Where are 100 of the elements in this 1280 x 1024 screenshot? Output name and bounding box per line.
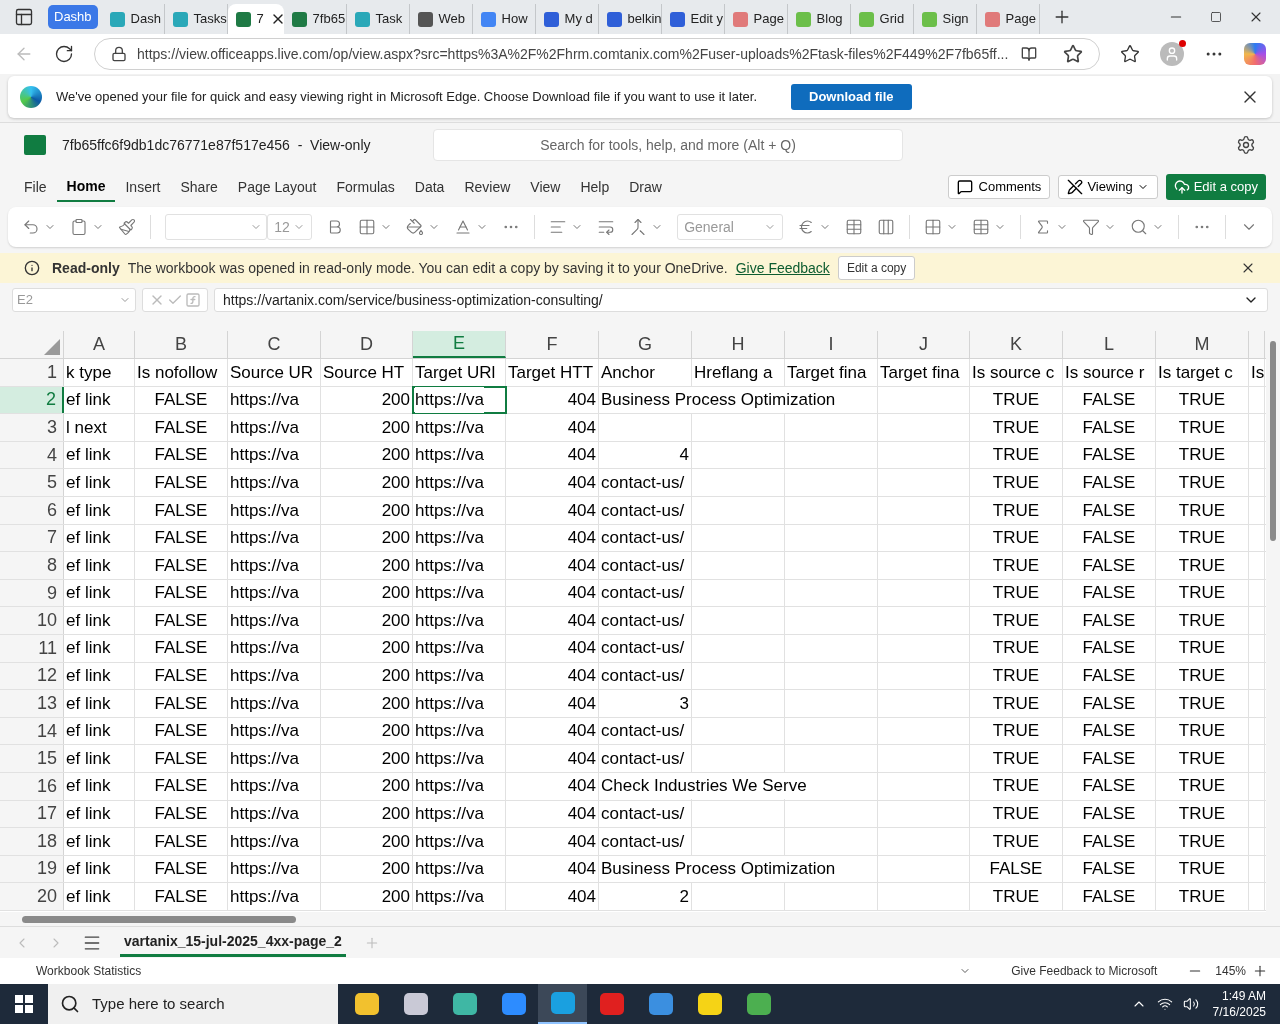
row-header[interactable]: 3: [0, 414, 64, 441]
comment-icon: [956, 179, 973, 195]
ribbon-tab[interactable]: Page Layout: [227, 172, 327, 202]
merge-icon[interactable]: [629, 218, 648, 236]
row-header[interactable]: 2: [0, 386, 64, 414]
wrap-text-icon[interactable]: [597, 218, 616, 236]
row-header[interactable]: 8: [0, 552, 64, 579]
read-aloud-icon[interactable]: [1021, 46, 1037, 62]
download-button[interactable]: Download file: [791, 84, 912, 110]
borders-icon[interactable]: [358, 218, 377, 236]
column-header[interactable]: B: [135, 331, 228, 358]
app-tile-icon: [550, 992, 575, 1014]
ribbon-tab[interactable]: File: [14, 172, 57, 202]
font-name-field[interactable]: [164, 214, 268, 240]
row-header[interactable]: 15: [0, 745, 64, 772]
taskbar-search-field[interactable]: Type here to search: [48, 984, 338, 1024]
tab-actions-icon[interactable]: [14, 7, 34, 27]
filter-icon[interactable]: [1082, 218, 1101, 236]
ribbon-tab[interactable]: Formulas: [326, 172, 405, 202]
row-header[interactable]: 9: [0, 579, 64, 607]
taskbar-app-icon[interactable]: [538, 984, 587, 1024]
undo-icon[interactable]: [22, 218, 40, 236]
row-header[interactable]: 7: [0, 524, 64, 552]
ribbon-tab[interactable]: Data: [404, 172, 455, 202]
row-header[interactable]: 6: [0, 496, 64, 524]
favorite-icon[interactable]: [1063, 44, 1083, 64]
tab-title: Task: [375, 10, 403, 29]
start-icon[interactable]: [15, 995, 33, 1013]
grid-icon[interactable]: [923, 218, 942, 236]
zoom-in-icon[interactable]: [1252, 963, 1268, 979]
column-header[interactable]: E: [413, 331, 506, 358]
clock-date: 7/16/2025: [1212, 1004, 1266, 1020]
column-header[interactable]: F: [506, 331, 599, 358]
ribbon-tab[interactable]: View: [520, 172, 571, 202]
read-only-message: The workbook was opened in read-only mode. You can edit a copy by saving it to your OneDrive.: [127, 258, 728, 278]
column-header[interactable]: G: [599, 331, 692, 358]
row-header[interactable]: 12: [0, 662, 64, 690]
profile-avatar[interactable]: [1160, 42, 1184, 66]
app-tile-icon: [452, 993, 477, 1015]
favorites-icon[interactable]: [1120, 44, 1140, 64]
row-header[interactable]: 11: [0, 634, 64, 662]
file-title: 7fb65ffc6f9db1dc76771e87f517e456 - View-only: [62, 135, 372, 155]
tab-title: Page: [753, 10, 784, 29]
table-icon[interactable]: [844, 218, 863, 236]
column-header[interactable]: M: [1156, 331, 1249, 358]
formula-bar[interactable]: https://vartanix.com/service/business-optimization-consulting/: [214, 288, 1268, 312]
settings-icon[interactable]: [1236, 135, 1256, 155]
reload-icon[interactable]: [54, 44, 74, 64]
ribbon-tab[interactable]: Share: [170, 172, 228, 202]
maximize-icon[interactable]: [1210, 11, 1222, 23]
row-header[interactable]: 18: [0, 828, 64, 855]
row-header[interactable]: 13: [0, 690, 64, 717]
currency-icon[interactable]: [796, 218, 815, 236]
workbook-statistics[interactable]: Workbook Statistics: [36, 962, 142, 980]
row-header[interactable]: 20: [0, 883, 64, 910]
edit-copy-button[interactable]: Edit a copy: [837, 256, 916, 280]
clipboard-icon[interactable]: [70, 218, 88, 236]
column-header[interactable]: H: [692, 331, 785, 358]
edit-copy-button[interactable]: Edit a copy: [1165, 174, 1266, 200]
ribbon-tab[interactable]: Help: [570, 172, 620, 202]
columns-icon[interactable]: [876, 218, 895, 236]
row-header[interactable]: 19: [0, 855, 64, 883]
comments-button[interactable]: Comments: [947, 175, 1051, 199]
feedback-link[interactable]: Give Feedback to Microsoft: [1011, 962, 1158, 980]
align-icon[interactable]: [549, 218, 568, 236]
volume-icon[interactable]: [1182, 996, 1199, 1012]
column-header[interactable]: J: [878, 331, 970, 358]
fill-color-icon[interactable]: [406, 218, 425, 236]
app-tile-icon: [697, 993, 722, 1015]
ribbon-tab[interactable]: Home: [56, 172, 116, 202]
feedback-link[interactable]: Give Feedback: [735, 257, 830, 279]
ribbon-tab[interactable]: Insert: [115, 172, 171, 202]
row-header[interactable]: 4: [0, 441, 64, 469]
column-header[interactable]: A: [64, 331, 135, 358]
column-header[interactable]: C: [228, 331, 321, 358]
search-field[interactable]: Search for tools, help, and more (Alt + Q): [433, 129, 903, 161]
table-cell: Business Process Optimization: [601, 387, 836, 413]
column-header[interactable]: L: [1063, 331, 1156, 358]
ribbon-tab[interactable]: Review: [454, 172, 521, 202]
column-header[interactable]: I: [785, 331, 878, 358]
row-header[interactable]: 14: [0, 717, 64, 745]
table-icon[interactable]: [971, 218, 990, 236]
ribbon-tab[interactable]: Draw: [619, 172, 672, 202]
table-cell: Check Industries We Serve: [601, 773, 807, 799]
row-header[interactable]: 16: [0, 772, 64, 800]
tab-group-label[interactable]: Dashb: [48, 5, 98, 29]
row-header[interactable]: 1: [0, 359, 64, 386]
copilot-icon[interactable]: [1244, 43, 1266, 65]
viewing-button[interactable]: Viewing: [1058, 175, 1158, 199]
network-icon[interactable]: [1156, 996, 1173, 1012]
column-header[interactable]: K: [970, 331, 1063, 358]
row-header[interactable]: 5: [0, 469, 64, 496]
search-icon[interactable]: [1130, 218, 1149, 236]
tab-title: My d: [564, 10, 593, 29]
row-header[interactable]: 10: [0, 607, 64, 634]
zoom-level: 145%: [1215, 963, 1246, 980]
paintbrush-icon[interactable]: [118, 218, 136, 236]
row-header[interactable]: 17: [0, 800, 64, 828]
cloud-upload-icon: [1173, 179, 1190, 195]
browser-tab[interactable]: 7: [227, 4, 284, 34]
